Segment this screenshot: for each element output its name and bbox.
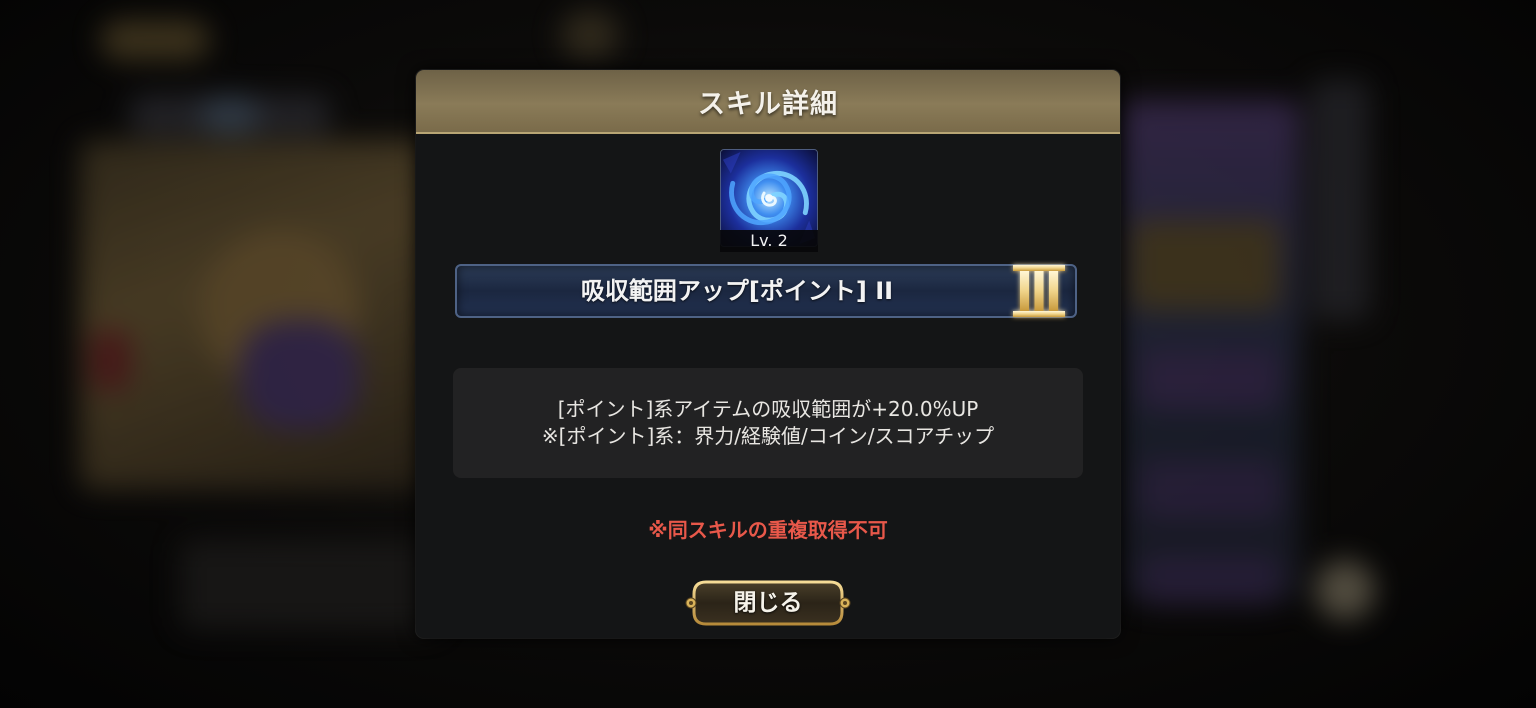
bg-red-accent: [90, 330, 130, 390]
bg-character-accent: [240, 320, 360, 430]
skill-name-bar: 吸収範囲アップ[ポイント] II: [455, 264, 1077, 318]
bg-right-list-item: [1140, 460, 1280, 520]
bg-right-circle-button: [1315, 560, 1375, 620]
bg-top-left-button: [100, 20, 210, 60]
bg-right-list-item: [1140, 350, 1280, 410]
game-screen: スキル詳細 Lv. 2 吸収範囲アップ[ポイント] II [ポイント]系アイテム…: [0, 0, 1536, 708]
skill-description-note: ※[ポイント]系：界力/経験値/コイン/スコアチップ: [541, 424, 995, 448]
skill-description-box: [ポイント]系アイテムの吸収範囲が+20.0%UP ※[ポイント]系：界力/経験…: [453, 368, 1083, 478]
skill-icon-container: Lv. 2: [720, 149, 818, 253]
bg-right-list-item: [1130, 220, 1280, 310]
skill-description-line: [ポイント]系アイテムの吸収範囲が+20.0%UP: [557, 397, 979, 421]
bg-bottom-panel: [180, 540, 440, 630]
duplicate-warning-text: ※同スキルの重複取得不可: [648, 518, 888, 542]
skill-name: 吸収範囲アップ[ポイント] II: [580, 277, 894, 305]
close-button-label: 閉じる: [733, 590, 803, 616]
skill-level-badge: Lv. 2: [720, 230, 818, 252]
bg-top-bar-icon: [200, 95, 260, 135]
bg-right-edge: [1310, 80, 1370, 320]
dialog-header: スキル詳細: [416, 70, 1120, 134]
close-button[interactable]: 閉じる: [684, 578, 852, 628]
skill-detail-dialog: スキル詳細 Lv. 2 吸収範囲アップ[ポイント] II [ポイント]系アイテム…: [416, 70, 1120, 638]
dialog-title: スキル詳細: [698, 88, 838, 120]
roman-numeral-three-icon: [1008, 260, 1070, 322]
bg-right-list-item: [1140, 555, 1280, 605]
bg-top-center-icon: [560, 10, 620, 60]
